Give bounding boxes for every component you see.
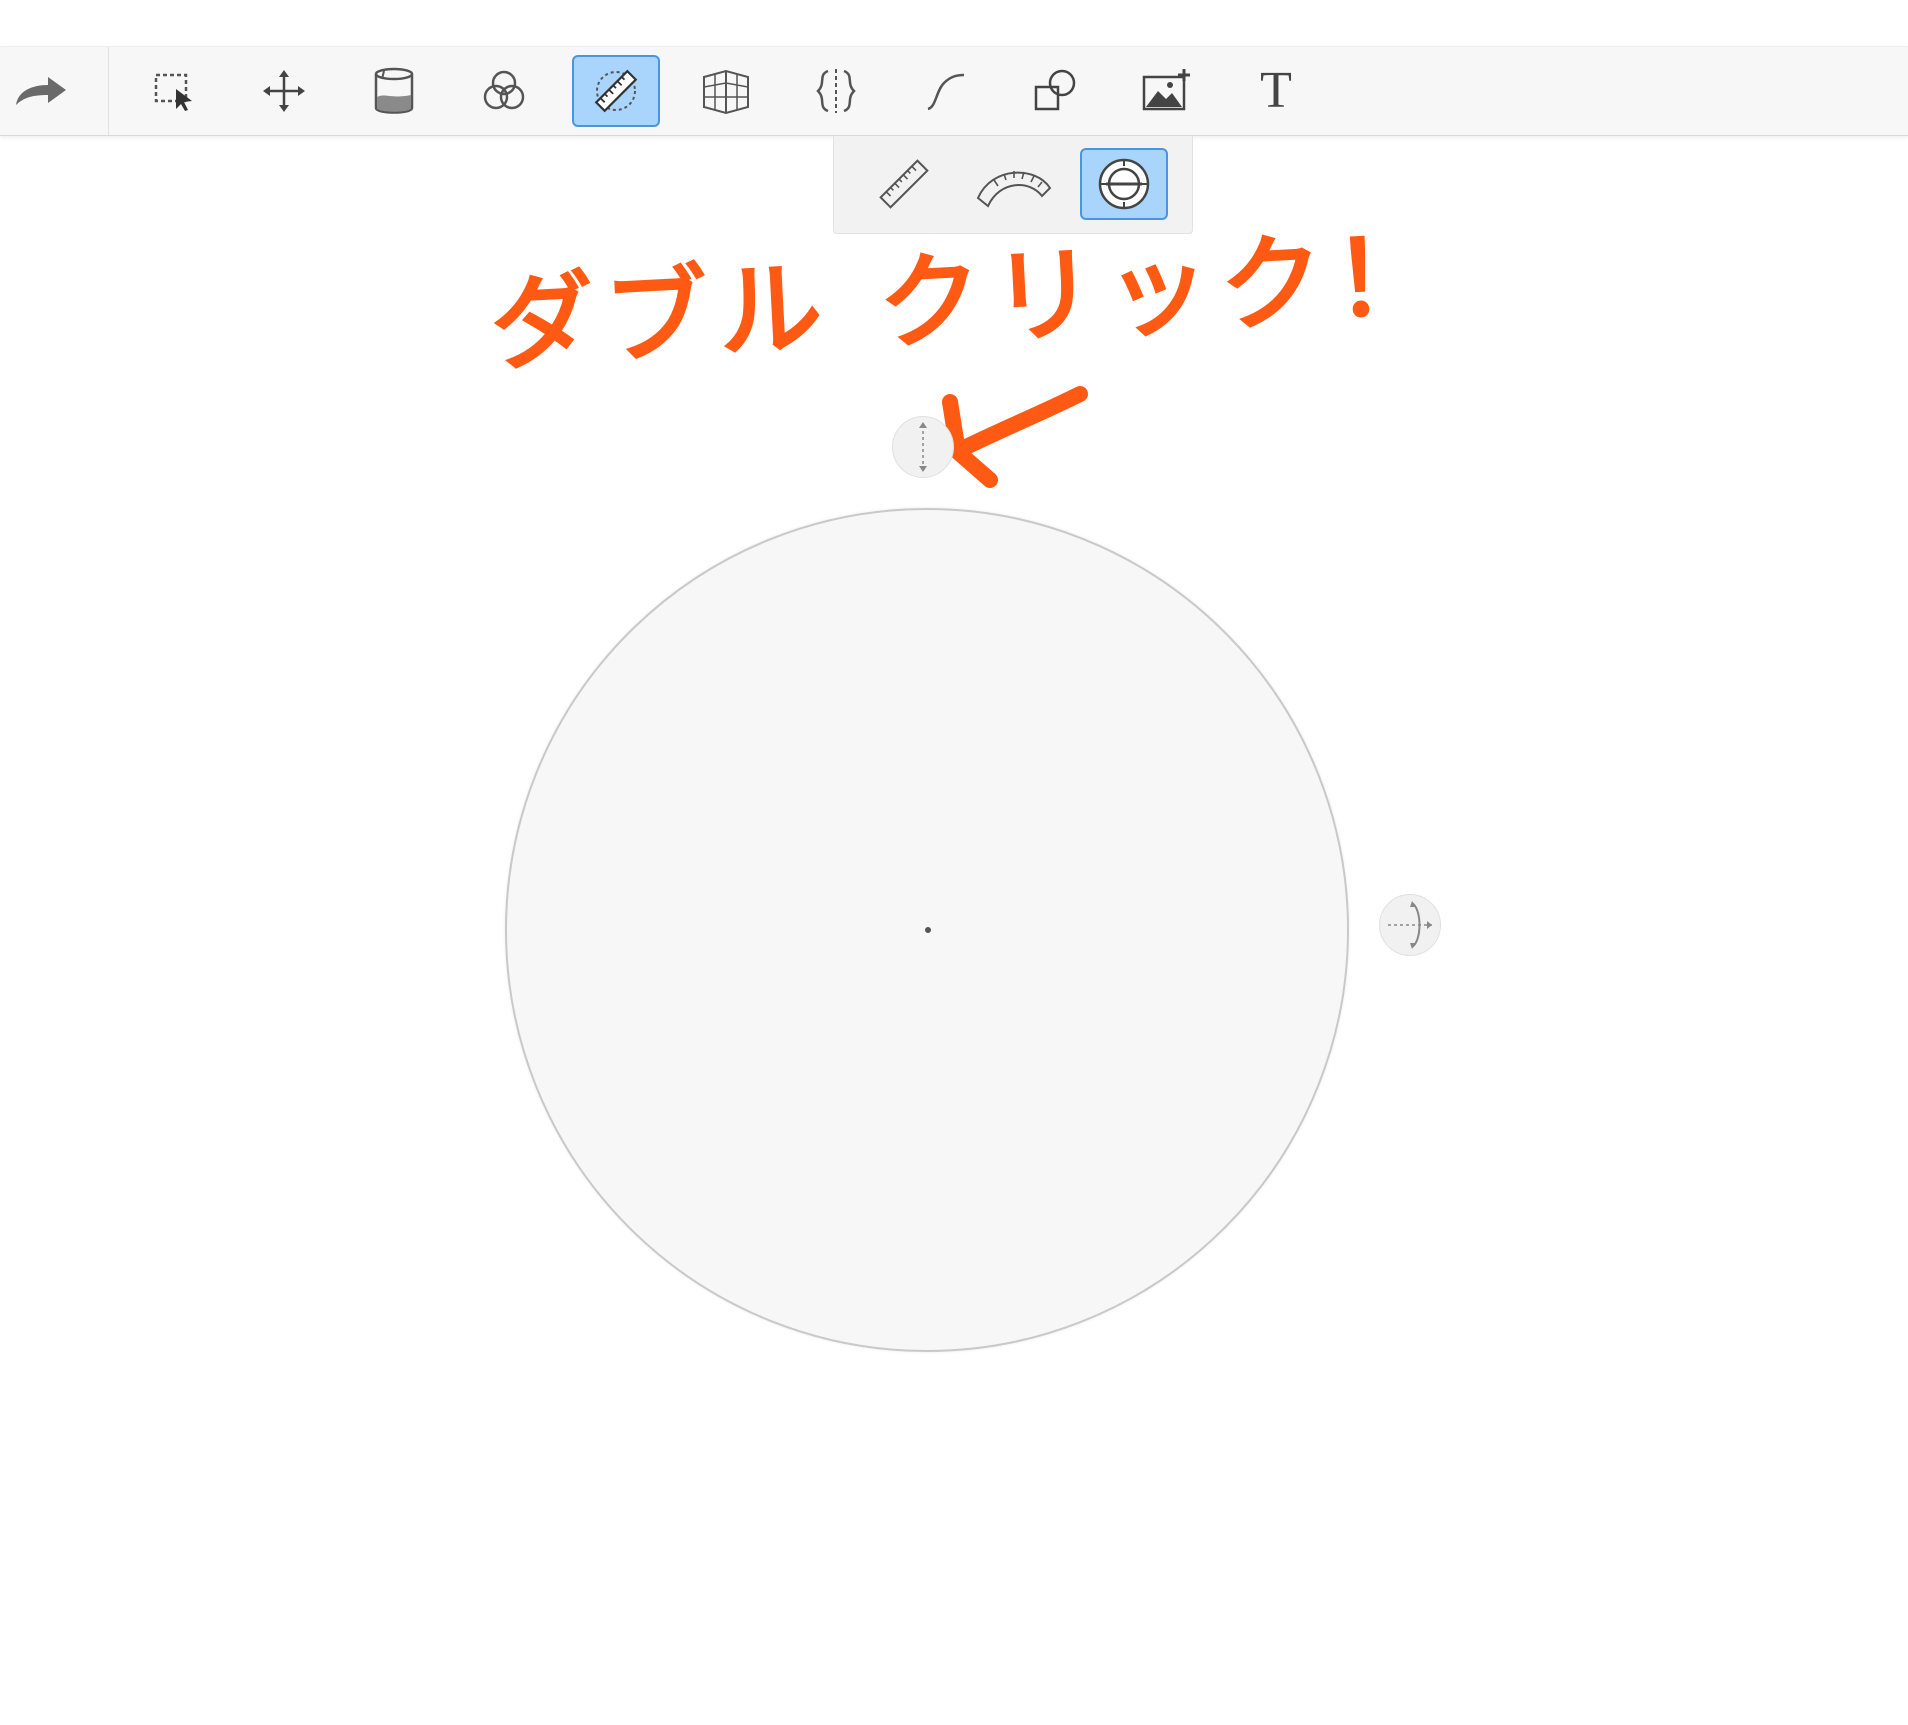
selection-tool-icon — [154, 73, 192, 111]
perspective-tool-button[interactable] — [682, 55, 770, 127]
straight-ruler-option[interactable] — [860, 148, 948, 220]
ruler-tool-icon — [594, 69, 638, 113]
curve-tool-button[interactable] — [902, 55, 990, 127]
fill-bucket-icon — [374, 67, 414, 114]
straight-ruler-icon — [879, 159, 929, 209]
vertical-resize-icon — [919, 422, 927, 472]
toolbar-divider — [108, 47, 109, 135]
shapes-icon — [1034, 69, 1076, 111]
curve-icon — [927, 73, 965, 111]
arc-ruler-icon — [976, 171, 1052, 208]
blend-tool-button[interactable] — [460, 55, 548, 127]
text-tool-button[interactable]: T — [1232, 55, 1320, 127]
redo-button[interactable] — [0, 55, 84, 127]
symmetry-tool-button[interactable] — [792, 55, 880, 127]
circle-ruler-size-handle[interactable] — [892, 416, 954, 478]
ruler-tool-button[interactable] — [572, 55, 660, 127]
canvas-page[interactable]: T ダブル クリック！ — [0, 0, 1908, 1725]
circle-ruler-icon — [1098, 158, 1150, 210]
toolbar: T — [0, 47, 1908, 136]
shapes-tool-button[interactable] — [1012, 55, 1100, 127]
insert-image-button[interactable] — [1122, 55, 1210, 127]
insert-image-icon — [1142, 69, 1190, 111]
move-tool-icon — [263, 70, 305, 112]
blend-circles-icon — [483, 70, 525, 110]
circle-ruler-rotate-handle[interactable] — [1379, 894, 1441, 956]
circle-ruler-center — [925, 927, 931, 933]
rotate-icon — [1388, 901, 1432, 949]
annotation-arrow — [942, 386, 1088, 488]
symmetry-icon — [816, 69, 856, 113]
perspective-grid-icon — [703, 69, 749, 115]
move-tool-button[interactable] — [240, 55, 328, 127]
fill-tool-button[interactable] — [350, 55, 438, 127]
arc-ruler-option[interactable] — [970, 148, 1058, 220]
redo-icon — [16, 77, 66, 105]
top-strip — [0, 0, 1908, 47]
selection-tool-button[interactable] — [130, 55, 218, 127]
text-tool-icon: T — [1260, 62, 1292, 119]
